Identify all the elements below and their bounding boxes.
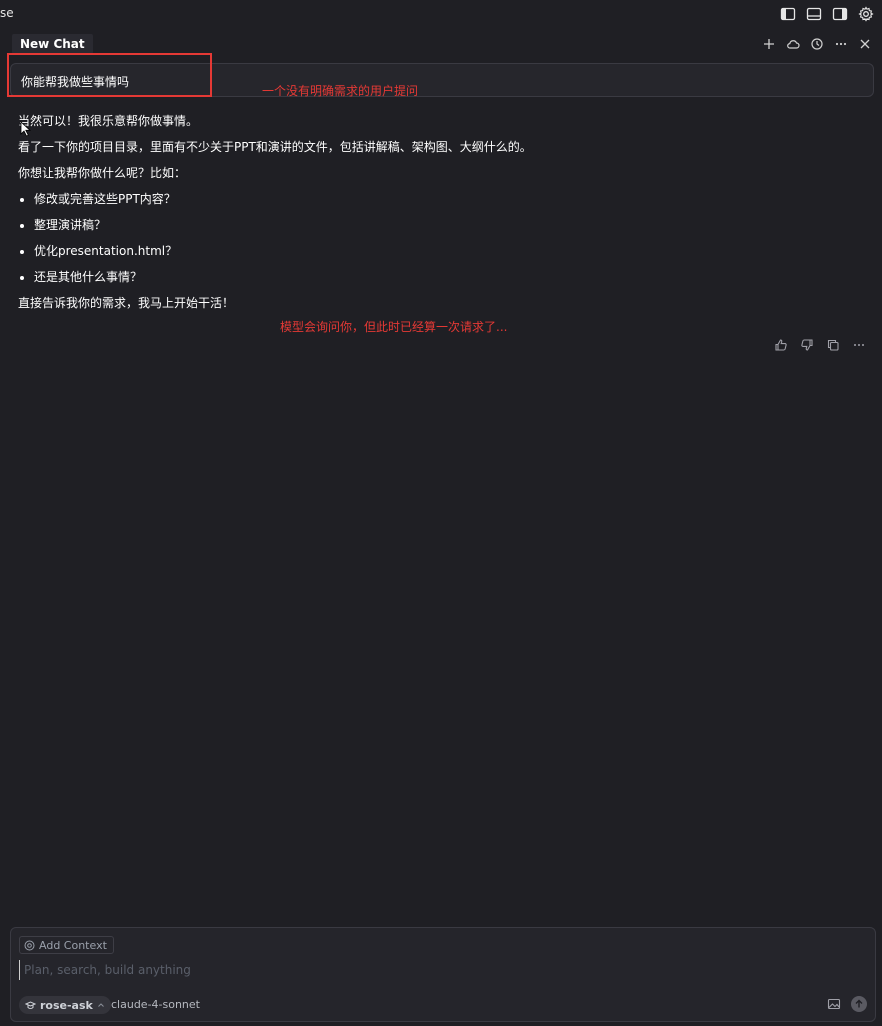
tab-actions xyxy=(762,36,872,50)
image-icon[interactable] xyxy=(827,997,841,1011)
assistant-message: 当然可以！我很乐意帮你做事情。 看了一下你的项目目录，里面有不少关于PPT和演讲… xyxy=(18,112,868,320)
message-actions xyxy=(774,337,866,351)
annotation-model-reply: 模型会询问你，但此时已经算一次请求了... xyxy=(280,320,508,334)
list-item: 还是其他什么事情？ xyxy=(34,268,868,286)
assistant-line: 直接告诉我你的需求，我马上开始干活！ xyxy=(18,296,235,310)
mode-selector[interactable]: rose-ask xyxy=(19,996,111,1014)
assistant-line: 看了一下你的项目目录，里面有不少关于PPT和演讲的文件，包括讲解稿、架构图、大纲… xyxy=(18,140,532,154)
thumbs-up-icon[interactable] xyxy=(774,337,788,351)
assistant-line: 你想让我帮你做什么呢？比如： xyxy=(18,166,187,180)
sidebar-right-icon[interactable] xyxy=(832,6,848,22)
composer-actions xyxy=(827,996,867,1012)
more-icon[interactable] xyxy=(834,36,848,50)
list-item: 整理演讲稿？ xyxy=(34,216,868,234)
assistant-line: 当然可以！我很乐意帮你做事情。 xyxy=(18,114,199,128)
arrow-up-icon xyxy=(855,999,863,1008)
close-icon[interactable] xyxy=(858,36,872,50)
annotation-highlight-box xyxy=(7,53,212,97)
list-item: 修改或完善这些PPT内容？ xyxy=(34,190,868,208)
sidebar-left-icon[interactable] xyxy=(780,6,796,22)
add-context-button[interactable]: Add Context xyxy=(19,936,114,954)
gear-icon[interactable] xyxy=(858,6,874,22)
mode-label: rose-ask xyxy=(40,998,93,1012)
cloud-icon[interactable] xyxy=(786,36,800,50)
chat-composer: Add Context rose-ask claude-4-sonnet xyxy=(10,927,876,1022)
more-icon[interactable] xyxy=(852,337,866,351)
history-icon[interactable] xyxy=(810,36,824,50)
chat-input[interactable] xyxy=(19,960,826,980)
panel-bottom-icon[interactable] xyxy=(806,6,822,22)
send-button[interactable] xyxy=(851,996,867,1012)
annotation-user-question: 一个没有明确需求的用户提问 xyxy=(262,84,419,98)
model-selector[interactable]: claude-4-sonnet xyxy=(111,998,200,1011)
assistant-suggestion-list: 修改或完善这些PPT内容？ 整理演讲稿？ 优化presentation.html… xyxy=(18,190,868,286)
add-context-label: Add Context xyxy=(39,938,107,952)
chevron-up-icon xyxy=(97,1003,104,1007)
mode-icon xyxy=(25,1000,36,1009)
tab-new-chat[interactable]: New Chat xyxy=(12,34,93,54)
list-item: 优化presentation.html？ xyxy=(34,242,868,260)
composer-toolbar: rose-ask claude-4-sonnet xyxy=(19,996,867,1014)
layout-controls xyxy=(780,6,874,22)
plus-icon[interactable] xyxy=(762,36,776,50)
top-bar: se xyxy=(0,0,882,28)
mouse-cursor-icon xyxy=(20,121,32,137)
at-icon xyxy=(24,940,35,950)
copy-icon[interactable] xyxy=(826,337,840,351)
thumbs-down-icon[interactable] xyxy=(800,337,814,351)
app-title: se xyxy=(0,6,14,20)
